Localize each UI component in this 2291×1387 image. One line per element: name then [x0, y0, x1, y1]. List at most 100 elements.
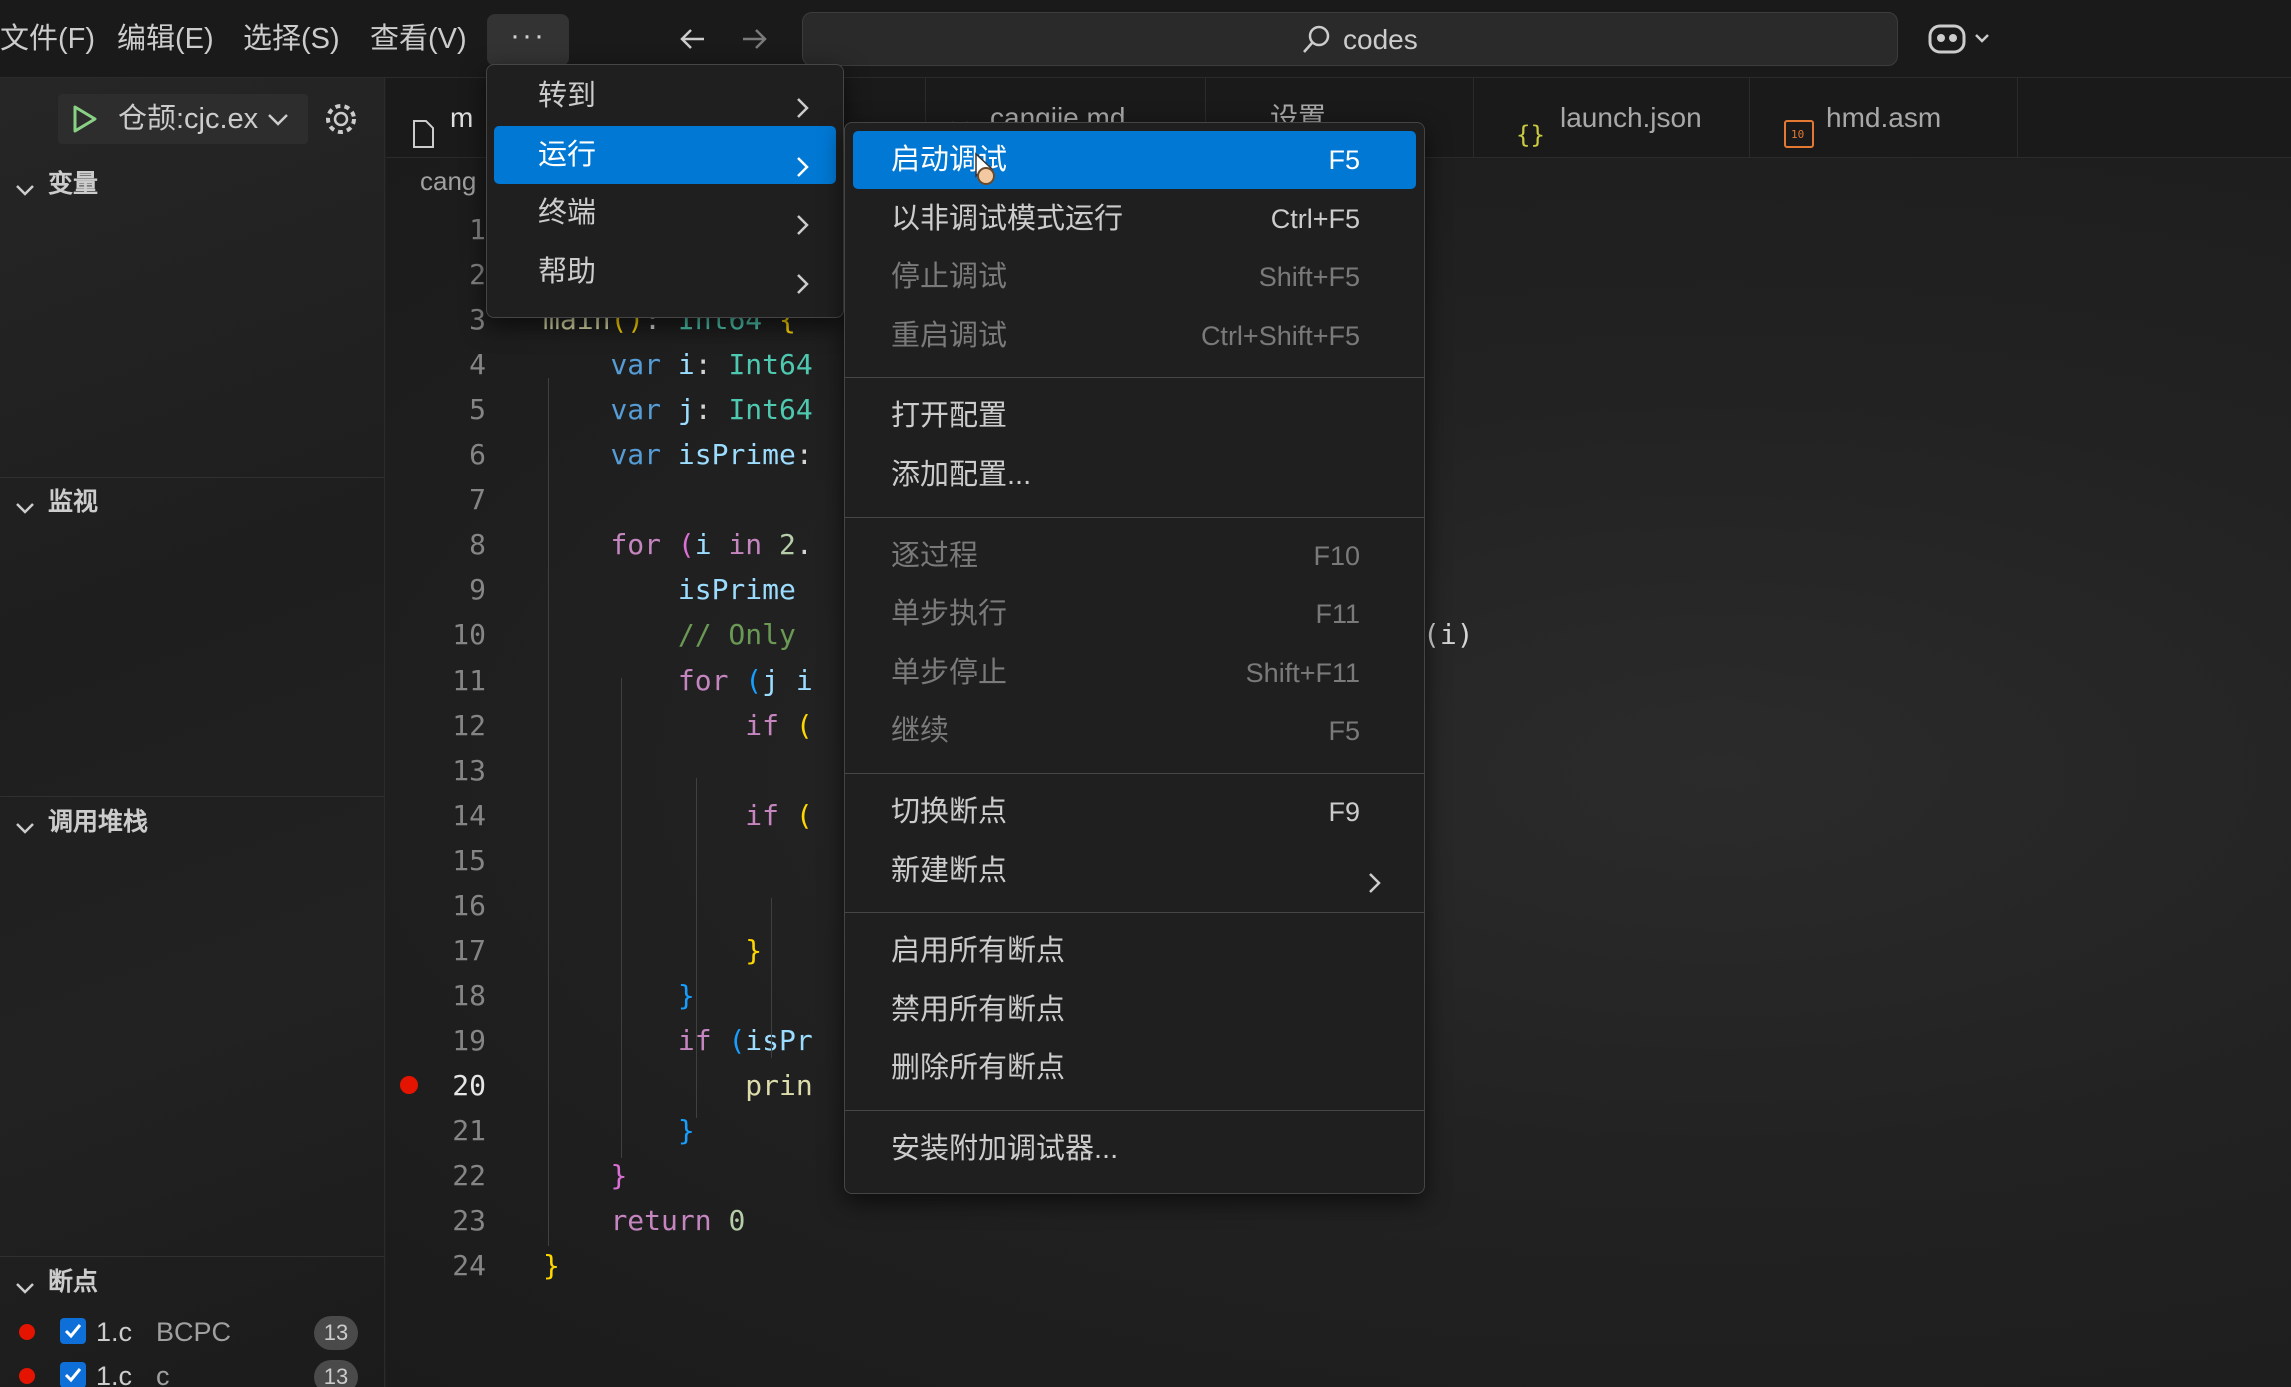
run-menu-item[interactable]: 新建断点 [853, 842, 1416, 900]
more-menu-item[interactable]: 帮助 [494, 243, 836, 301]
title-bar: 文件(F) 编辑(E) 选择(S) 查看(V) ··· codes [0, 0, 2291, 78]
chevron-down-icon [12, 1270, 38, 1294]
menu-item-label: 逐过程 [891, 539, 979, 572]
indent-guide [621, 678, 622, 1158]
tab-hmd-asm[interactable]: 10 hmd.asm [1750, 78, 2018, 158]
run-menu-item[interactable]: 删除所有断点 [853, 1039, 1416, 1097]
code-line: } [745, 933, 763, 967]
chevron-down-icon [263, 102, 293, 136]
run-menu-item[interactable]: 安装附加调试器... [853, 1120, 1416, 1178]
variables-section-title: 变量 [48, 170, 99, 198]
run-menu-item: 继续 F5 [853, 702, 1416, 760]
line-number: 9 [469, 573, 486, 607]
line-number: 16 [452, 888, 486, 922]
search-icon [1299, 23, 1333, 57]
breakpoint-file: 1.c [96, 1361, 133, 1387]
breakpoint-function: BCPC [156, 1317, 232, 1347]
call-stack-section-header[interactable]: 调用堆栈 [0, 800, 385, 844]
breakpoints-section-header[interactable]: 断点 [0, 1260, 385, 1304]
debug-config-dropdown[interactable]: 仓颉:cjc.ex [58, 94, 308, 144]
menu-item-label: 继续 [891, 715, 950, 748]
run-menu-item: 停止调试 Shift+F5 [853, 248, 1416, 306]
breakpoint-line-badge: 13 [314, 1316, 358, 1350]
menu-item-shortcut: F5 [1328, 716, 1360, 747]
menu-item-shortcut: Ctrl+F5 [1270, 203, 1360, 234]
menu-separator [845, 773, 1424, 774]
line-number: 7 [469, 483, 486, 517]
line-number: 3 [469, 303, 486, 337]
breakpoint-dot-icon[interactable] [400, 1075, 418, 1094]
line-number: 6 [469, 438, 486, 472]
start-debug-icon[interactable] [66, 102, 100, 136]
menu-item-label: 帮助 [538, 255, 597, 288]
menu-item-shortcut: F11 [1315, 599, 1360, 630]
json-icon: {} [1516, 102, 1550, 149]
run-menu-item[interactable]: 启动调试 F5 [853, 131, 1416, 189]
tab-label: launch.json [1560, 102, 1702, 133]
code-line: } [543, 1249, 560, 1283]
menu-selection[interactable]: 选择(S) [243, 18, 340, 60]
gear-icon[interactable] [322, 100, 360, 138]
copilot-icon[interactable] [1926, 18, 1996, 60]
forward-arrow-icon[interactable] [737, 22, 771, 62]
back-arrow-icon[interactable] [676, 22, 710, 62]
breakpoint-row[interactable]: 1.c c 13 [0, 1356, 385, 1387]
tab-label: m [450, 102, 474, 133]
debug-sidebar: 仓颉:cjc.ex 变量 监视 调用堆栈 断点 1.c BCPC 13 1.c … [0, 78, 385, 1387]
line-number: 2 [469, 258, 486, 292]
menu-separator [845, 1110, 1424, 1111]
svg-text:10: 10 [1791, 128, 1804, 141]
breakpoint-row[interactable]: 1.c BCPC 13 [0, 1312, 385, 1352]
menu-view[interactable]: 查看(V) [370, 18, 467, 60]
run-menu-item[interactable]: 启用所有断点 [853, 922, 1416, 980]
more-menu-item[interactable]: 运行 [494, 125, 836, 184]
code-line: return 0 [610, 1204, 746, 1238]
code-fragment: (i) [1423, 618, 1474, 651]
run-menu-item[interactable]: 以非调试模式运行 Ctrl+F5 [853, 190, 1416, 248]
more-menu-button[interactable]: ··· [487, 14, 569, 66]
run-menu-item[interactable]: 添加配置... [853, 446, 1416, 504]
code-line: isPrime [677, 573, 796, 607]
run-menu-item[interactable]: 打开配置 [853, 387, 1416, 445]
breakpoint-enabled-checkbox[interactable] [60, 1318, 86, 1344]
line-number: 18 [452, 978, 486, 1012]
run-menu-item[interactable]: 切换断点 F9 [853, 783, 1416, 841]
menu-separator [845, 516, 1424, 518]
code-line: // Only [677, 618, 796, 652]
breakpoint-dot-icon [19, 1368, 35, 1384]
command-center-search[interactable]: codes [802, 12, 1898, 66]
watch-section-header[interactable]: 监视 [0, 480, 385, 524]
section-divider [0, 1256, 385, 1257]
chevron-right-icon [792, 200, 814, 235]
menu-item-label: 单步执行 [891, 598, 1008, 631]
search-text: codes [1343, 24, 1418, 55]
line-number: 21 [452, 1114, 486, 1147]
chevron-right-icon [792, 142, 814, 177]
menu-item-shortcut: F9 [1328, 797, 1360, 827]
menu-separator [845, 912, 1424, 914]
breadcrumb[interactable]: cang [420, 164, 476, 198]
variables-section-header[interactable]: 变量 [0, 162, 385, 206]
menu-item-label: 转到 [538, 80, 597, 112]
line-number: 15 [452, 843, 486, 877]
binary-icon: 10 [1782, 102, 1816, 148]
more-menu-item[interactable]: 转到 [494, 67, 836, 125]
more-dropdown-menu: 转到运行 终端帮助 [486, 64, 844, 318]
menu-file[interactable]: 文件(F) [0, 18, 95, 60]
run-submenu: 启动调试 F5 以非调试模式运行 Ctrl+F5 停止调试 Shift+F5 重启调试 Ctr… [844, 122, 1425, 1194]
more-menu-item[interactable]: 终端 [494, 184, 836, 242]
tab-launch-json[interactable]: {} launch.json [1474, 78, 1750, 158]
chevron-right-icon [792, 259, 814, 294]
run-menu-item: 逐过程 F10 [853, 527, 1416, 585]
menu-edit[interactable]: 编辑(E) [117, 18, 214, 60]
menu-separator [845, 377, 1424, 379]
line-number: 24 [452, 1249, 486, 1283]
run-menu-item: 重启调试 Ctrl+Shift+F5 [853, 307, 1416, 365]
line-number: 4 [469, 348, 486, 382]
run-menu-item: 单步执行 F11 [853, 585, 1416, 643]
mouse-cursor-icon [966, 150, 1002, 194]
run-menu-item: 单步停止 Shift+F11 [853, 644, 1416, 702]
menu-item-shortcut: Ctrl+Shift+F5 [1200, 320, 1360, 351]
breakpoint-enabled-checkbox[interactable] [60, 1362, 86, 1387]
run-menu-item[interactable]: 禁用所有断点 [853, 981, 1416, 1039]
